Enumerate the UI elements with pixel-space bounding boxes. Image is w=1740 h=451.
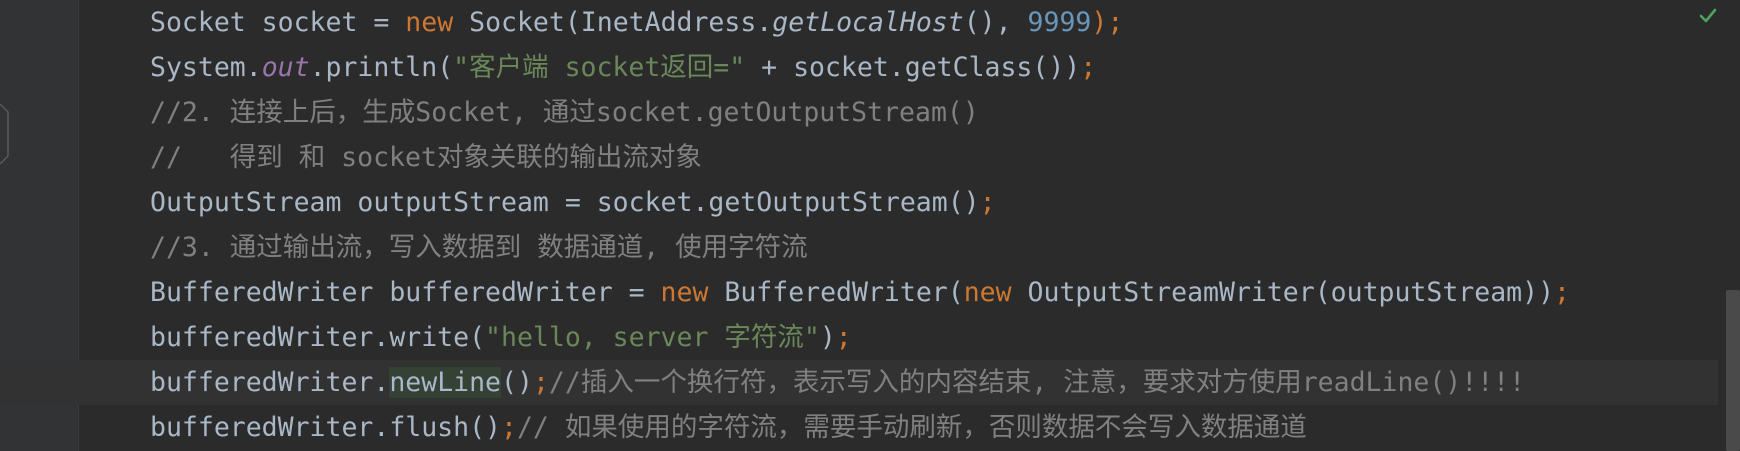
- code-line[interactable]: System.out.println("客户端 socket返回=" + soc…: [150, 45, 1718, 90]
- code-line[interactable]: //3. 通过输出流，写入数据到 数据通道, 使用字符流: [150, 225, 1718, 270]
- code-token-kw: new: [405, 7, 454, 38]
- code-line[interactable]: //2. 连接上后，生成Socket, 通过socket.getOutputSt…: [150, 90, 1718, 135]
- code-token-plain: ): [819, 322, 836, 353]
- code-token-plain: BufferedWriter(: [708, 277, 964, 308]
- code-token-plain: bufferedWriter.: [150, 367, 390, 398]
- code-token-semi: ;: [1080, 52, 1097, 83]
- code-line[interactable]: bufferedWriter.flush();// 如果使用的字符流，需要手动刷…: [150, 405, 1718, 450]
- code-token-plain: bufferedWriter.flush(): [150, 412, 501, 443]
- code-token-semi: ;: [532, 367, 549, 398]
- vertical-scrollbar[interactable]: [1726, 290, 1740, 451]
- code-token-plain: Socket socket =: [150, 7, 406, 38]
- code-token-plain: bufferedWriter.write(: [150, 322, 486, 353]
- code-token-plain: (),: [963, 7, 1028, 38]
- code-token-semi: ;: [835, 322, 852, 353]
- code-token-com: // 得到 和 socket对象关联的输出流对象: [150, 142, 702, 173]
- code-token-semi: ;: [1554, 277, 1570, 308]
- code-token-plain: OutputStream outputStream = socket.getOu…: [150, 187, 980, 218]
- code-token-semi: );: [1091, 7, 1124, 38]
- code-token-str: "客户端 socket返回=": [453, 52, 746, 83]
- code-token-plain: + socket.getClass()): [745, 52, 1081, 83]
- code-token-num: 9999: [1027, 7, 1092, 38]
- code-token-com: // 如果使用的字符流，需要手动刷新，否则数据不会写入数据通道: [516, 412, 1307, 443]
- code-token-plain: BufferedWriter bufferedWriter =: [150, 277, 661, 308]
- code-token-field: out: [261, 52, 310, 83]
- code-token-plain: OutputStreamWriter(outputStream)): [1011, 277, 1555, 308]
- code-token-ital: getLocalHost: [772, 7, 964, 38]
- code-token-plain: Socket(InetAddress.: [453, 7, 773, 38]
- code-token-kw: new: [660, 277, 709, 308]
- code-token-kw: new: [963, 277, 1012, 308]
- code-token-semi: ;: [979, 187, 996, 218]
- code-token-com: //插入一个换行符，表示写入的内容结束, 注意，要求对方使用readLine()…: [548, 367, 1526, 398]
- code-token-plain: System.: [150, 52, 262, 83]
- code-token-plain: .println(: [309, 52, 454, 83]
- code-line[interactable]: Socket socket = new Socket(InetAddress.g…: [150, 0, 1718, 45]
- check-icon[interactable]: [1698, 6, 1718, 26]
- code-line[interactable]: bufferedWriter.newLine();//插入一个换行符，表示写入的…: [0, 360, 1718, 405]
- fold-marker-icon[interactable]: [0, 104, 10, 164]
- code-line[interactable]: // 得到 和 socket对象关联的输出流对象: [150, 135, 1718, 180]
- code-token-str: "hello, server 字符流": [485, 322, 820, 353]
- code-line[interactable]: bufferedWriter.write("hello, server 字符流"…: [150, 315, 1718, 360]
- code-editor[interactable]: Socket socket = new Socket(InetAddress.g…: [0, 0, 1718, 450]
- code-token-hl: newLine: [389, 367, 502, 398]
- code-token-com: //3. 通过输出流，写入数据到 数据通道, 使用字符流: [150, 232, 808, 263]
- code-token-semi: ;: [501, 412, 517, 443]
- code-token-plain: (): [501, 367, 533, 398]
- code-line[interactable]: OutputStream outputStream = socket.getOu…: [150, 180, 1718, 225]
- code-token-com: //2. 连接上后，生成Socket, 通过socket.getOutputSt…: [150, 97, 979, 128]
- code-line[interactable]: BufferedWriter bufferedWriter = new Buff…: [150, 270, 1718, 315]
